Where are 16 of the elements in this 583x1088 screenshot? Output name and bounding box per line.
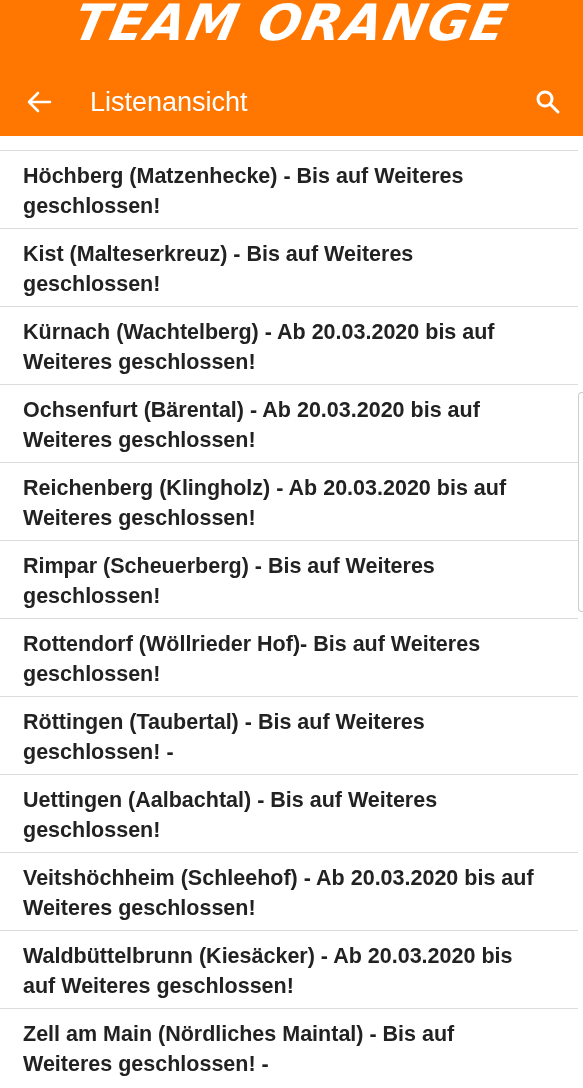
search-button[interactable] <box>535 89 561 115</box>
logo: TEAM ORANGE <box>69 0 514 48</box>
toolbar-title: Listenansicht <box>90 86 249 118</box>
list-item[interactable]: Höchberg (Matzenhecke) - Bis auf Weiteres geschlossen! <box>0 150 578 228</box>
list-item[interactable]: Zell am Main (Nördliches Maintal) - Bis auf Weiteres geschlossen! - <box>0 1008 578 1086</box>
list-item[interactable]: Röttingen (Taubertal) - Bis auf Weiteres geschlossen! - <box>0 696 578 774</box>
search-icon <box>535 89 561 115</box>
list-item[interactable]: Kürnach (Wachtelberg) - Ab 20.03.2020 bis auf Weiteres geschlossen! <box>0 306 578 384</box>
back-button[interactable] <box>26 90 52 114</box>
list-item[interactable]: Kist (Malteserkreuz) - Bis auf Weiteres geschlossen! <box>0 228 578 306</box>
list-item[interactable]: Uettingen (Aalbachtal) - Bis auf Weiteres geschlossen! <box>0 774 578 852</box>
back-arrow-icon <box>26 90 52 114</box>
list-item[interactable]: Waldbüttelbrunn (Kiesäcker) - Ab 20.03.2020 bis auf Weiteres geschlossen! <box>0 930 578 1008</box>
list-item[interactable]: Veitshöchheim (Schleehof) - Ab 20.03.2020 bis auf Weiteres geschlossen! <box>0 852 578 930</box>
list-item[interactable]: Rottendorf (Wöllrieder Hof)- Bis auf Weiteres geschlossen! <box>0 618 578 696</box>
list-item[interactable]: Ochsenfurt (Bärental) - Ab 20.03.2020 bis auf Weiteres geschlossen! <box>0 384 578 462</box>
